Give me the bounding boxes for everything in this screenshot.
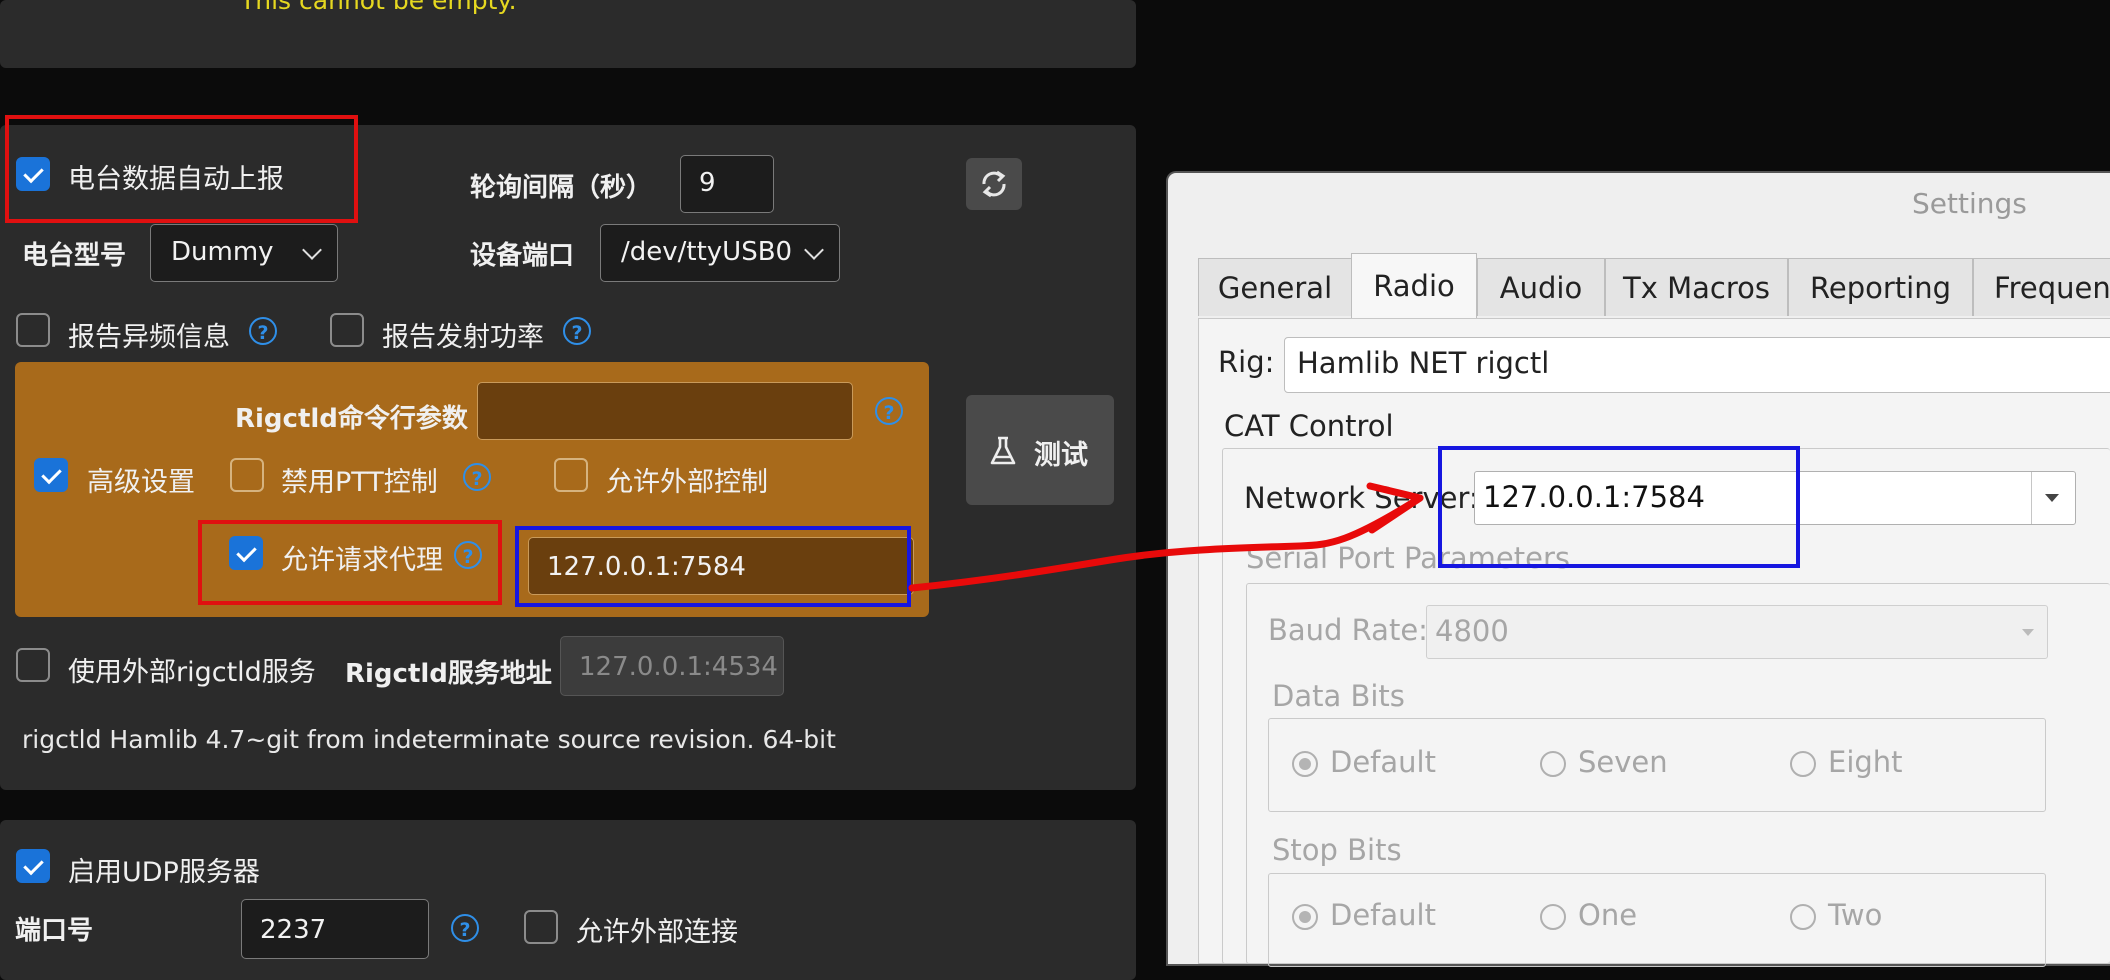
- annotation-arrow: [908, 482, 1424, 592]
